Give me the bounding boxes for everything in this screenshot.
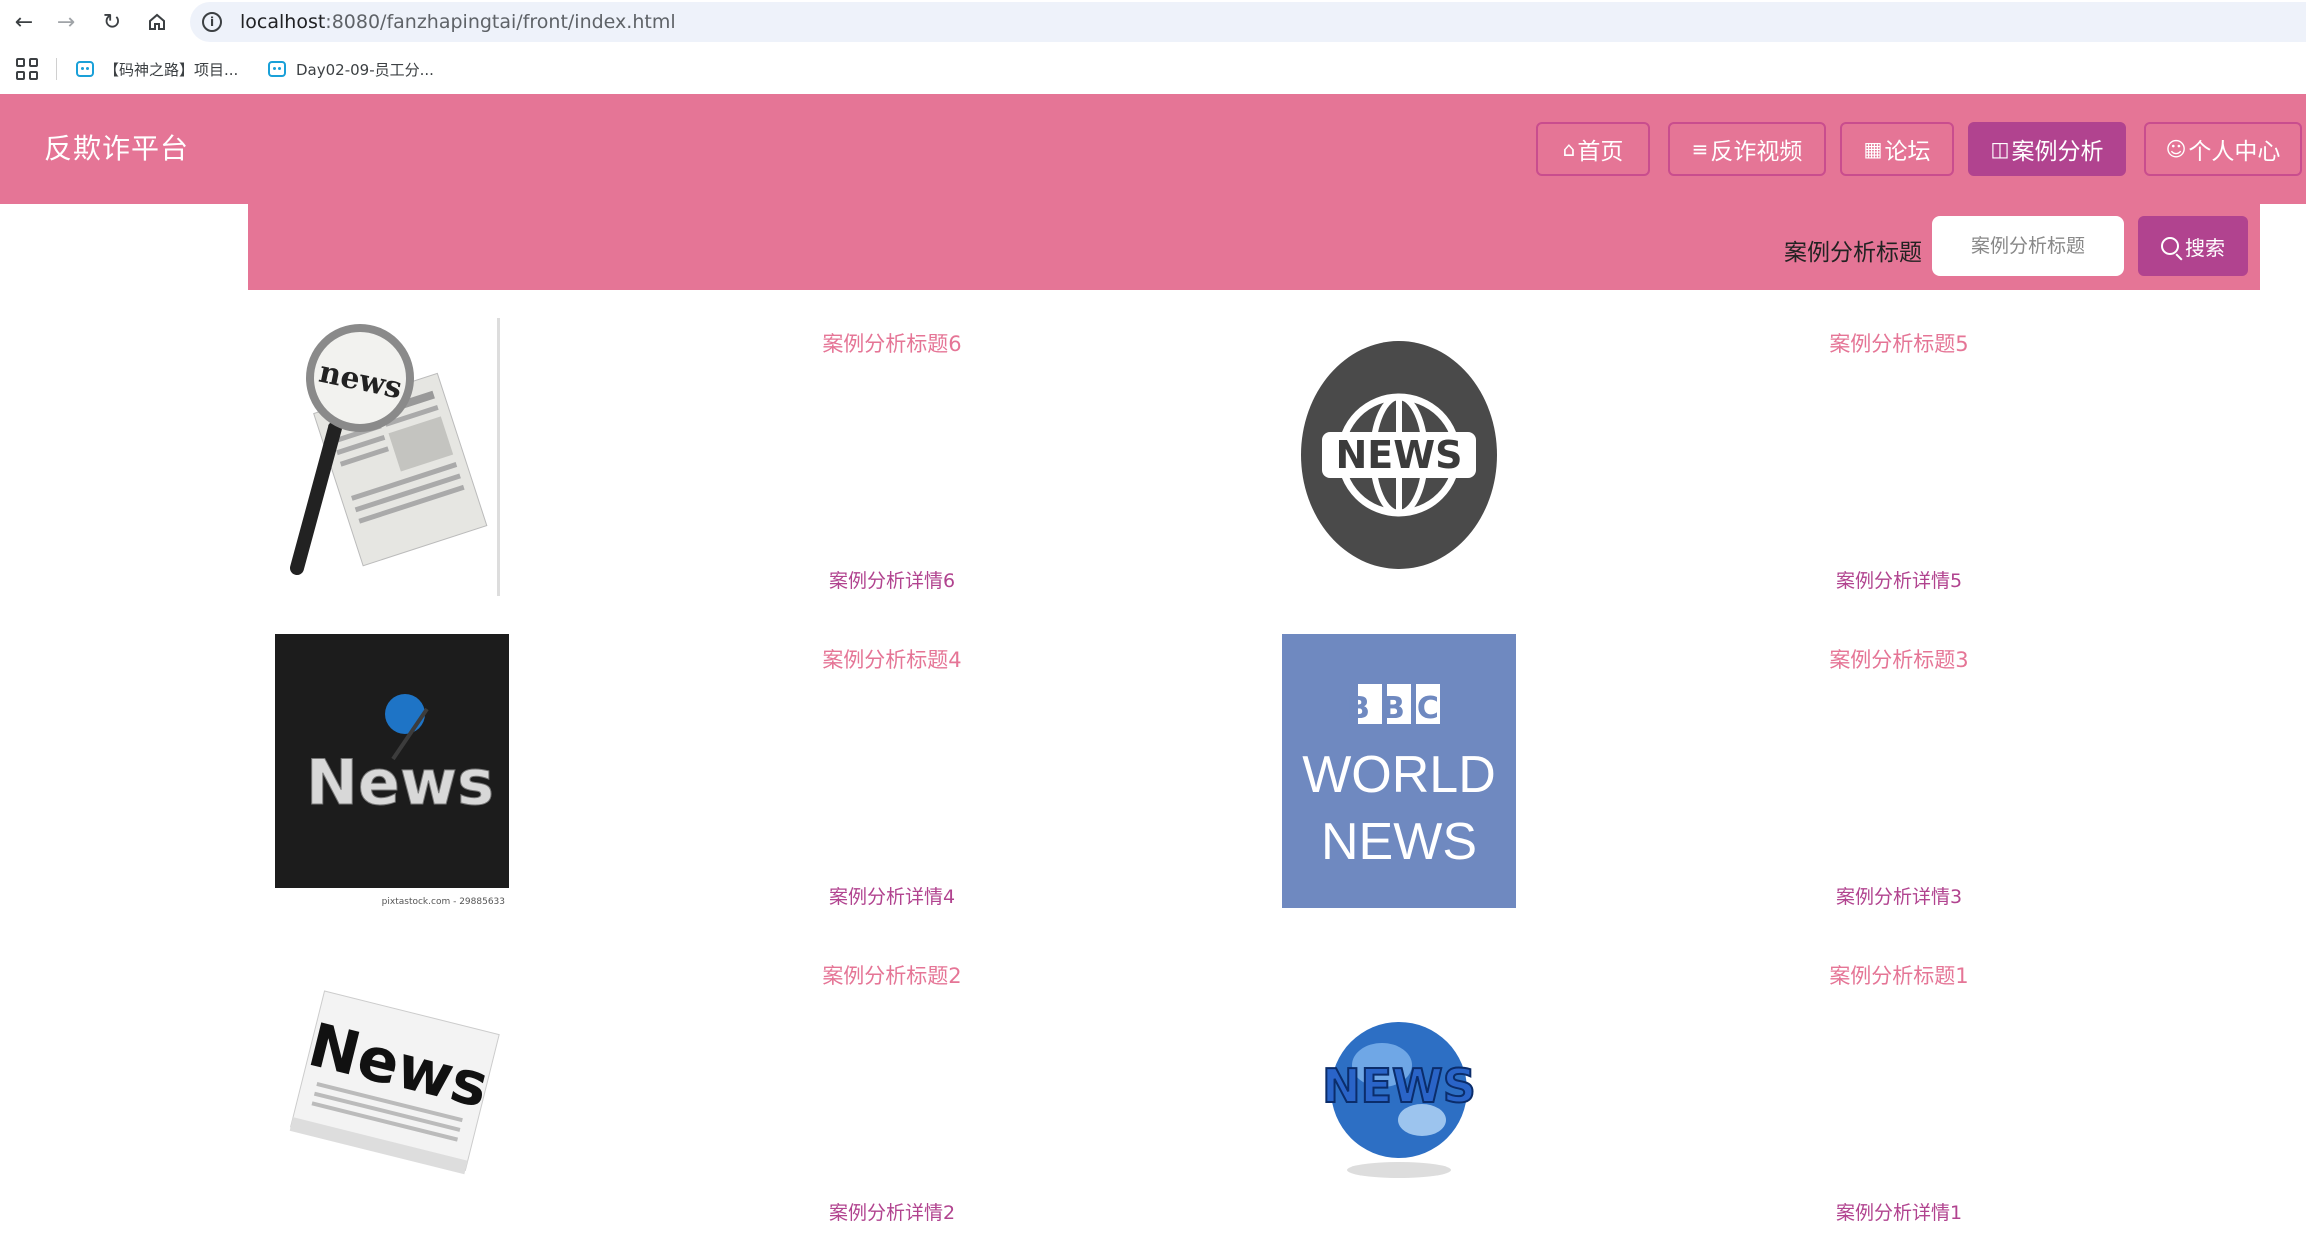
search-bar: 案例分析标题 搜索 bbox=[248, 204, 2260, 290]
sliders-icon: ≡ bbox=[1691, 137, 1709, 161]
case-title[interactable]: 案例分析标题4 bbox=[509, 644, 1275, 674]
calendar-icon: ▦ bbox=[1863, 137, 1883, 161]
case-card[interactable]: News 案例分析标题2 案例分析详情2 bbox=[275, 950, 1275, 1250]
nav-home[interactable]: ⌂ 首页 bbox=[1536, 122, 1650, 176]
url-path: :8080/fanzhapingtai/front/index.html bbox=[325, 11, 676, 33]
book-icon: ◫ bbox=[1990, 137, 2010, 161]
user-icon: ☺ bbox=[2165, 137, 2187, 161]
case-thumbnail[interactable]: BBC WORLD NEWS bbox=[1282, 634, 1516, 912]
case-title[interactable]: 案例分析标题3 bbox=[1516, 644, 2282, 674]
reload-icon[interactable]: ↻ bbox=[98, 9, 126, 35]
image-text: BBC bbox=[1347, 691, 1451, 726]
nav-videos[interactable]: ≡ 反诈视频 bbox=[1668, 122, 1826, 176]
case-title[interactable]: 案例分析标题6 bbox=[509, 328, 1275, 358]
browser-toolbar: ← → ↻ i localhost:8080/fanzhapingtai/fro… bbox=[0, 0, 2306, 44]
home-icon: ⌂ bbox=[1562, 137, 1576, 161]
case-detail[interactable]: 案例分析详情6 bbox=[509, 566, 1275, 593]
nav-case-analysis[interactable]: ◫ 案例分析 bbox=[1968, 122, 2126, 176]
nav-label: 个人中心 bbox=[2188, 139, 2281, 165]
url-text: localhost:8080/fanzhapingtai/front/index… bbox=[240, 11, 676, 33]
nav-label: 论坛 bbox=[1884, 139, 1931, 165]
case-title[interactable]: 案例分析标题5 bbox=[1516, 328, 2282, 358]
case-detail[interactable]: 案例分析详情1 bbox=[1516, 1198, 2282, 1225]
bilibili-icon bbox=[268, 61, 286, 77]
image-text: WORLD bbox=[1302, 746, 1496, 804]
case-text: 案例分析标题3 案例分析详情3 bbox=[1516, 634, 2282, 934]
case-text: 案例分析标题2 案例分析详情2 bbox=[509, 950, 1275, 1250]
case-thumbnail[interactable]: NEWS bbox=[1282, 950, 1516, 1228]
bbc-world-news-image: BBC WORLD NEWS bbox=[1282, 634, 1516, 912]
search-label: 案例分析标题 bbox=[1784, 240, 1922, 266]
home-icon[interactable] bbox=[143, 9, 171, 35]
news-globe-image: NEWS bbox=[1282, 318, 1516, 596]
bookmark-item[interactable]: 【码神之路】项目... bbox=[76, 56, 238, 82]
nav-label: 首页 bbox=[1577, 139, 1624, 165]
case-card[interactable]: NEWS 案例分析标题5 案例分析详情5 bbox=[1282, 318, 2282, 618]
search-button[interactable]: 搜索 bbox=[2138, 216, 2248, 276]
forward-arrow-icon[interactable]: → bbox=[52, 9, 80, 35]
apps-grid-icon[interactable] bbox=[16, 58, 38, 80]
address-bar[interactable]: i localhost:8080/fanzhapingtai/front/ind… bbox=[190, 2, 2306, 42]
case-title[interactable]: 案例分析标题1 bbox=[1516, 960, 2282, 990]
case-detail[interactable]: 案例分析详情2 bbox=[509, 1198, 1275, 1225]
url-host: localhost bbox=[240, 11, 326, 33]
site-title[interactable]: 反欺诈平台 bbox=[44, 127, 189, 167]
case-text: 案例分析标题5 案例分析详情5 bbox=[1516, 318, 2282, 618]
case-text: 案例分析标题4 案例分析详情4 bbox=[509, 634, 1275, 934]
bookmarks-bar: 【码神之路】项目... Day02-09-员工分... bbox=[0, 44, 2306, 94]
case-thumbnail[interactable]: news bbox=[275, 318, 509, 596]
case-thumbnail[interactable]: NEWS bbox=[1282, 318, 1516, 596]
case-detail[interactable]: 案例分析详情4 bbox=[509, 882, 1275, 909]
case-text: 案例分析标题1 案例分析详情1 bbox=[1516, 950, 2282, 1250]
case-card[interactable]: BBC WORLD NEWS 案例分析标题3 案例分析详情3 bbox=[1282, 634, 2282, 934]
case-detail[interactable]: 案例分析详情5 bbox=[1516, 566, 2282, 593]
dark-news-image: News pixtastock.com - 29885633 bbox=[275, 634, 509, 912]
search-button-label: 搜索 bbox=[2185, 235, 2225, 260]
nav-label: 反诈视频 bbox=[1710, 139, 1803, 165]
case-card[interactable]: News pixtastock.com - 29885633 案例分析标题4 案… bbox=[275, 634, 1275, 934]
site-info-icon[interactable]: i bbox=[202, 12, 222, 32]
image-text: NEWS bbox=[1321, 813, 1477, 871]
newspaper-news-image: News bbox=[275, 950, 509, 1228]
bookmark-label: 【码神之路】项目... bbox=[104, 60, 239, 79]
case-card[interactable]: news 案例分析标题6 案例分析详情6 bbox=[275, 318, 1275, 618]
magnifier-newspaper-image: news bbox=[275, 318, 509, 596]
image-text: News bbox=[306, 746, 494, 819]
case-text: 案例分析标题6 案例分析详情6 bbox=[509, 318, 1275, 618]
blue-globe-news-image: NEWS bbox=[1282, 950, 1516, 1228]
case-title[interactable]: 案例分析标题2 bbox=[509, 960, 1275, 990]
case-thumbnail[interactable]: News bbox=[275, 950, 509, 1228]
case-detail[interactable]: 案例分析详情3 bbox=[1516, 882, 2282, 909]
image-text: NEWS bbox=[1322, 1059, 1476, 1113]
bookmark-item[interactable]: Day02-09-员工分... bbox=[268, 56, 434, 82]
back-arrow-icon[interactable]: ← bbox=[10, 9, 38, 35]
image-text: NEWS bbox=[1335, 433, 1462, 477]
nav-forum[interactable]: ▦ 论坛 bbox=[1840, 122, 1954, 176]
case-thumbnail[interactable]: News pixtastock.com - 29885633 bbox=[275, 634, 509, 912]
image-credit: pixtastock.com - 29885633 bbox=[382, 897, 505, 907]
site-header: 反欺诈平台 ⌂ 首页 ≡ 反诈视频 ▦ 论坛 ◫ 案例分析 ☺ 个人中心 bbox=[0, 94, 2306, 204]
search-input[interactable] bbox=[1932, 216, 2124, 276]
bookmark-divider bbox=[56, 58, 57, 80]
bilibili-icon bbox=[76, 61, 94, 77]
bookmark-label: Day02-09-员工分... bbox=[296, 60, 434, 79]
nav-label: 案例分析 bbox=[2011, 139, 2104, 165]
nav-personal-center[interactable]: ☺ 个人中心 bbox=[2144, 122, 2302, 176]
case-card[interactable]: NEWS 案例分析标题1 案例分析详情1 bbox=[1282, 950, 2282, 1250]
search-icon bbox=[2161, 237, 2179, 255]
